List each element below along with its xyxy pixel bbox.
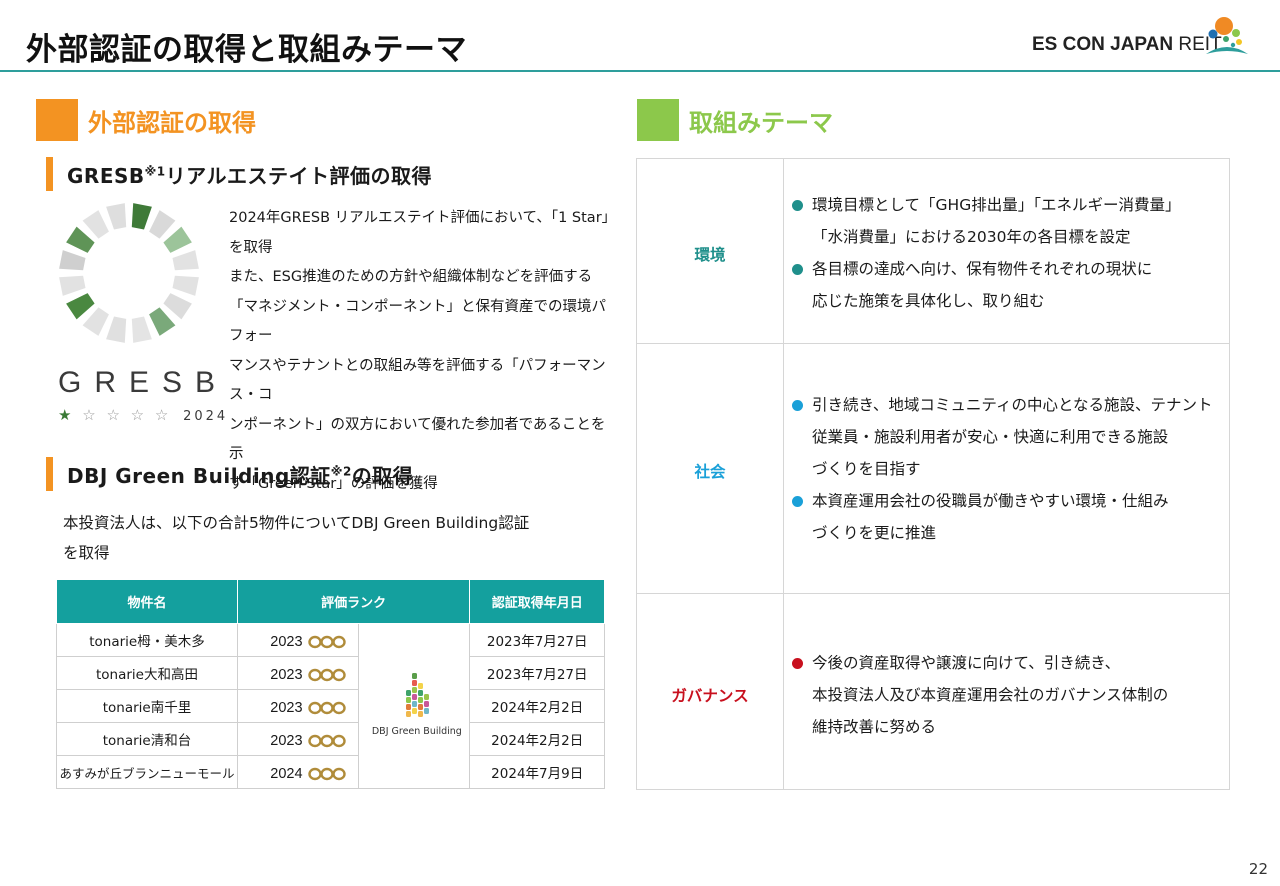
- theme-items: 引き続き、地域コミュニティの中心となる施設、テナント 従業員・施設利用者が安心・快…: [792, 389, 1222, 549]
- dbj-description: 本投資法人は、以下の合計5物件についてDBJ Green Building認証 …: [63, 514, 530, 562]
- section-marker: [36, 99, 78, 141]
- theme-row-governance: ガバナンス 今後の資産取得や譲渡に向けて、引き続き、 本投資法人及び本資産運用会社…: [637, 593, 1229, 789]
- list-item: 本資産運用会社の役職員が働きやすい環境・仕組み づくりを更に推進: [792, 485, 1222, 549]
- certification-date: 2024年2月2日: [469, 689, 605, 723]
- brand-logo: ES CON JAPAN REIT: [1032, 17, 1254, 64]
- gresb-star-rating: ★ ☆ ☆ ☆ ☆ 2024: [58, 406, 229, 424]
- dbj-mosaic-icon: [405, 673, 429, 717]
- bullet-dot-icon: [792, 658, 803, 669]
- property-name: tonarie大和高田: [56, 656, 238, 690]
- gresb-description: 2024年GRESB リアルエステイト評価において、「1 Star」 を取得 ま…: [229, 210, 617, 492]
- list-item: 引き続き、地域コミュニティの中心となる施設、テナント 従業員・施設利用者が安心・快…: [792, 389, 1222, 485]
- table-row: tonarie南千里 2023 2024年2月2日: [56, 689, 605, 723]
- heading-marker: [46, 157, 53, 191]
- theme-row-environment: 環境 環境目標として「GHG排出量」「エネルギー消費量」 「水消費量」における20…: [637, 159, 1229, 343]
- dbj-heading-text: DBJ Green Building認証※2の取得: [67, 463, 414, 488]
- rank-cell: 2023: [236, 689, 359, 723]
- theme-category: 環境: [694, 246, 726, 264]
- certification-date: 2023年7月27日: [469, 623, 605, 657]
- brand-name: ES CON JAPAN REIT: [1032, 34, 1222, 55]
- dbj-green-building-logo: DBJ Green Building: [371, 670, 463, 740]
- column-header: 評価ランク: [236, 579, 471, 624]
- theme-category: 社会: [694, 463, 726, 481]
- list-item: 今後の資産取得や譲渡に向けて、引き続き、 本投資法人及び本資産運用会社のガバナンス…: [792, 647, 1222, 743]
- gresb-ring-icon: [59, 203, 199, 343]
- rank-rings-icon: [307, 734, 346, 748]
- bullet-dot-icon: [792, 400, 803, 411]
- certification-date: 2024年2月2日: [469, 722, 605, 756]
- heading-marker: [46, 457, 53, 491]
- section-title: 外部認証の取得: [88, 108, 256, 137]
- table-row: あすみが丘ブランニューモール 2024 2024年7月9日: [56, 755, 605, 789]
- page-number: 22: [1248, 860, 1268, 878]
- star-filled-icon: ★: [58, 406, 75, 424]
- property-name: あすみが丘ブランニューモール: [56, 755, 238, 789]
- section-marker: [637, 99, 679, 141]
- property-name: tonarie南千里: [56, 689, 238, 723]
- rank-rings-icon: [307, 635, 346, 649]
- rank-cell: 2023: [236, 656, 359, 690]
- section-initiative-themes: 取組みテーマ: [637, 99, 833, 141]
- rank-rings-icon: [307, 668, 346, 682]
- page-title: 外部認証の取得と取組みテーマ: [26, 32, 467, 68]
- table-row: tonarie清和台 2023 2024年2月2日: [56, 722, 605, 756]
- table-header-row: 物件名 評価ランク 認証取得年月日: [56, 579, 605, 624]
- rank-cell: 2023: [236, 722, 359, 756]
- title-divider: [0, 70, 1280, 72]
- dbj-certification-table: 物件名 評価ランク 認証取得年月日 tonarie栂・美木多 2023 DBJ …: [56, 579, 605, 789]
- star-empty-icon: ☆ ☆ ☆ ☆: [82, 406, 172, 424]
- rank-cell: 2023: [236, 623, 359, 657]
- property-name: tonarie清和台: [56, 722, 238, 756]
- gresb-logo: GRESB ★ ☆ ☆ ☆ ☆ 2024: [54, 198, 225, 426]
- list-item: 各目標の達成へ向け、保有物件それぞれの現状に 応じた施策を具体化し、取り組む: [792, 253, 1222, 317]
- theme-items: 環境目標として「GHG排出量」「エネルギー消費量」 「水消費量」における2030年…: [792, 189, 1222, 317]
- section-title: 取組みテーマ: [689, 108, 833, 137]
- gresb-wordmark: GRESB: [58, 366, 229, 399]
- rank-rings-icon: [307, 767, 346, 781]
- bullet-dot-icon: [792, 200, 803, 211]
- property-name: tonarie栂・美木多: [56, 623, 238, 657]
- section-external-certification: 外部認証の取得: [36, 99, 256, 141]
- theme-row-social: 社会 引き続き、地域コミュニティの中心となる施設、テナント 従業員・施設利用者が安…: [637, 343, 1229, 593]
- column-header: 物件名: [56, 579, 238, 624]
- theme-items: 今後の資産取得や譲渡に向けて、引き続き、 本投資法人及び本資産運用会社のガバナンス…: [792, 647, 1222, 743]
- brand-mark-icon: [1206, 17, 1248, 54]
- bullet-dot-icon: [792, 264, 803, 275]
- gresb-heading: GRESB※1リアルエステイト評価の取得: [46, 157, 432, 191]
- dbj-logo-cell: DBJ Green Building: [357, 623, 471, 789]
- certification-date: 2024年7月9日: [469, 755, 605, 789]
- table-row: tonarie栂・美木多 2023 DBJ Green Building 202…: [56, 623, 605, 789]
- column-header: 認証取得年月日: [469, 579, 605, 624]
- dbj-heading: DBJ Green Building認証※2の取得: [46, 457, 413, 491]
- gresb-heading-text: GRESB※1リアルエステイト評価の取得: [67, 163, 432, 188]
- list-item: 環境目標として「GHG排出量」「エネルギー消費量」 「水消費量」における2030年…: [792, 189, 1222, 253]
- theme-category: ガバナンス: [671, 687, 749, 705]
- bullet-dot-icon: [792, 496, 803, 507]
- themes-table: 環境 環境目標として「GHG排出量」「エネルギー消費量」 「水消費量」における20…: [636, 158, 1230, 790]
- rank-cell: 2024: [236, 755, 359, 789]
- certification-date: 2023年7月27日: [469, 656, 605, 690]
- table-row: tonarie大和高田 2023 2023年7月27日: [56, 656, 605, 690]
- rank-rings-icon: [307, 701, 346, 715]
